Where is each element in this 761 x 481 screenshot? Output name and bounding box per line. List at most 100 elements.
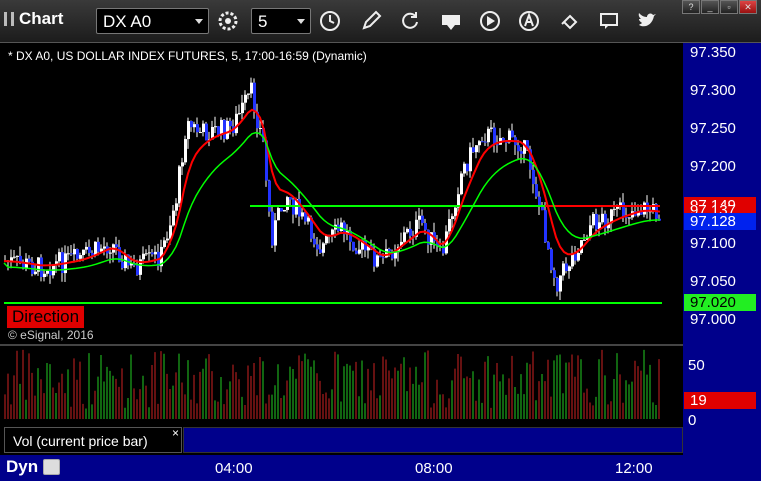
candle-body [148,252,151,254]
candle-body [565,263,568,272]
candle-body [475,145,478,153]
candle-body [424,223,427,230]
chevron-down-icon[interactable] [195,19,203,24]
candle-body [73,249,76,255]
candle-body [190,121,193,128]
candle-body [469,147,472,172]
candle-body [451,216,454,219]
candle-body [394,252,397,259]
candle-body [622,202,625,218]
candle-body [205,123,208,141]
volume-current-tag: 19 [684,392,756,409]
candle-body [79,255,82,259]
candle-body [628,217,631,219]
candle-body [352,241,355,251]
candle-body [13,256,16,258]
candle-body [226,120,229,139]
candle-body [409,228,412,236]
candle-body [286,197,289,210]
volume-tick: 0 [688,412,697,429]
interval-select[interactable]: 5 [251,8,311,34]
candle-body [283,209,286,212]
price-pane[interactable] [0,43,683,345]
candle-body [178,166,181,204]
candle-body [601,213,604,223]
candle-body [253,82,256,112]
price-chart[interactable] [0,43,761,455]
candle-body [28,258,31,262]
candle-body [88,246,91,253]
candle-body [82,249,85,256]
candle-body [34,271,37,274]
candle-body [568,266,571,272]
dynamic-mode-label[interactable]: Dyn [6,457,38,477]
get-icon[interactable] [438,8,464,34]
candle-body [553,270,556,278]
candle-body [493,127,496,145]
candle-body [454,207,457,217]
maximize-button[interactable]: ▫ [720,0,738,14]
candle-body [175,203,178,211]
candle-body [235,113,238,134]
close-button[interactable]: ✕ [739,0,757,14]
candle-body [577,253,580,261]
candle-body [583,239,586,241]
candle-body [277,208,280,221]
candle-body [325,235,328,244]
candle-body [322,243,325,253]
candle-body [550,249,553,271]
candle-body [544,210,547,243]
symbol-input[interactable]: DX A0 [96,8,209,34]
candle-body [301,212,304,217]
chat-icon[interactable] [596,8,622,34]
candle-body [163,240,166,247]
candle-body [247,93,250,95]
candle-body [94,241,97,256]
candle-body [151,252,154,255]
volume-study-bar [183,427,683,453]
candle-body [70,253,73,255]
candle-body [613,208,616,210]
candle-body [403,232,406,242]
minimize-button[interactable]: _ [701,0,719,14]
candle-body [418,215,421,220]
link-icon[interactable] [556,8,582,34]
alert-icon[interactable] [516,8,542,34]
candle-body [121,261,124,269]
twitter-icon[interactable] [634,8,660,34]
price-tick: 97.200 [690,158,736,175]
price-tick: 97.300 [690,82,736,99]
grip-icon[interactable] [4,12,14,26]
candle-body [538,196,541,207]
candle-body [103,246,106,249]
volume-study-label[interactable]: Vol (current price bar) [4,427,182,453]
price-tag-green: 97.020 [684,294,756,311]
candle-body [223,119,226,139]
chevron-down-icon[interactable] [297,19,305,24]
close-study-button[interactable]: × [172,426,179,440]
settings-gear-icon[interactable] [215,8,241,34]
candle-body [517,145,520,152]
candle-body [532,169,535,185]
clock-icon[interactable] [317,8,343,34]
candle-body [388,248,391,252]
play-icon[interactable] [477,8,503,34]
price-tick: 97.350 [690,44,736,61]
candle-body [43,273,46,278]
candle-body [142,253,145,260]
price-tag-blue: 97.128 [684,213,756,230]
candle-body [289,197,292,200]
pencil-icon[interactable] [358,8,384,34]
candle-body [271,211,274,246]
candle-body [109,252,112,254]
lock-icon[interactable] [43,459,60,475]
candle-body [238,113,241,115]
candle-body [187,121,190,140]
candle-body [166,238,169,241]
app-title[interactable]: Chart [4,9,63,29]
refresh-icon[interactable] [397,8,423,34]
chart-title: * DX A0, US DOLLAR INDEX FUTURES, 5, 17:… [8,49,367,63]
candle-body [217,126,220,135]
candle-body [58,252,61,262]
help-button[interactable]: ? [682,0,700,14]
